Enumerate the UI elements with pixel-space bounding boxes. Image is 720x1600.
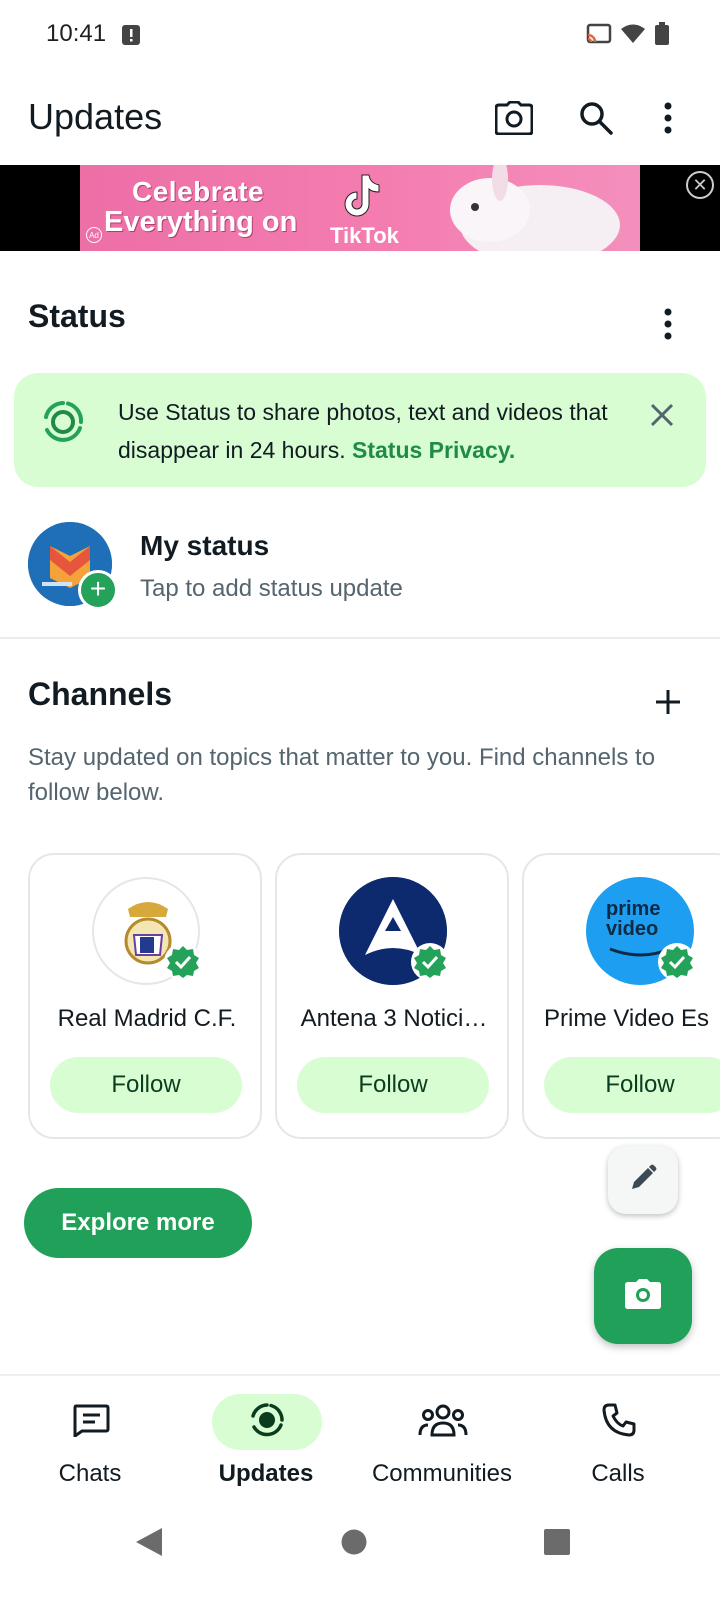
ad-close-icon[interactable]: ✕: [686, 171, 714, 199]
channel-name: Real Madrid C.F.: [57, 1005, 237, 1032]
add-status-plus-icon[interactable]: +: [78, 570, 118, 610]
close-icon[interactable]: [646, 399, 678, 431]
status-icons: [586, 22, 670, 51]
clock: 10:41: [46, 20, 107, 47]
channel-card-real-madrid[interactable]: Real Madrid C.F. Follow: [28, 853, 262, 1139]
back-icon[interactable]: [134, 1526, 164, 1563]
system-navigation-bar: [0, 1514, 720, 1600]
channel-card-prime-video[interactable]: prime video Prime Video Es Follow: [522, 853, 720, 1139]
updates-icon: [247, 1400, 287, 1445]
ad-line2: Everything on: [104, 206, 298, 238]
nav-calls-pill[interactable]: [564, 1394, 674, 1450]
communities-icon: [418, 1403, 468, 1442]
status-icon: [38, 397, 88, 447]
status-section-title: Status: [28, 298, 126, 334]
ad-brand: TikTok: [330, 223, 399, 248]
nav-calls[interactable]: Calls: [528, 1394, 708, 1504]
new-camera-status-button[interactable]: [594, 1248, 692, 1344]
home-icon[interactable]: [340, 1528, 368, 1561]
nav-chats-pill[interactable]: [36, 1394, 146, 1450]
nav-communities[interactable]: Communities: [352, 1394, 532, 1504]
nav-label: Calls: [591, 1460, 645, 1487]
ad-line1: Celebrate: [132, 176, 265, 207]
section-divider: [0, 637, 720, 639]
camera-icon[interactable]: [490, 94, 538, 142]
nav-updates-pill[interactable]: [212, 1394, 322, 1450]
new-text-status-button[interactable]: [608, 1146, 678, 1214]
wifi-icon: [620, 23, 646, 50]
my-status-name[interactable]: My status: [140, 530, 269, 562]
nav-label: Communities: [371, 1460, 513, 1487]
cast-icon: [586, 23, 612, 50]
page-title: Updates: [28, 96, 163, 137]
search-icon[interactable]: [572, 94, 620, 142]
notification-alert-icon: [121, 24, 141, 46]
ad-banner[interactable]: Celebrate Everything on TikTok Ad ✕: [0, 165, 720, 251]
ad-image[interactable]: Celebrate Everything on TikTok Ad: [80, 165, 640, 251]
status-tip-banner: Use Status to share photos, text and vid…: [14, 373, 706, 487]
nav-chats[interactable]: Chats: [0, 1394, 180, 1504]
bottom-navigation: Chats Updates Communities Calls: [0, 1374, 720, 1514]
verified-badge-icon: [164, 943, 202, 981]
battery-icon: [654, 22, 670, 51]
follow-button[interactable]: Follow: [544, 1057, 720, 1113]
status-tip-text: Use Status to share photos, text and vid…: [118, 393, 618, 469]
my-status-subtitle: Tap to add status update: [140, 575, 403, 602]
recents-icon[interactable]: [543, 1528, 571, 1561]
add-channel-icon[interactable]: [652, 686, 684, 718]
prime-video-logo-text: prime video: [606, 898, 661, 940]
explore-more-button[interactable]: Explore more: [24, 1188, 252, 1258]
pencil-icon: [628, 1163, 658, 1198]
follow-button[interactable]: Follow: [297, 1057, 489, 1113]
channels-section-title: Channels: [28, 676, 173, 712]
nav-label: Updates: [218, 1460, 314, 1487]
nav-updates[interactable]: Updates: [176, 1394, 356, 1504]
status-more-icon[interactable]: [644, 300, 692, 348]
nav-label: Chats: [58, 1460, 122, 1487]
status-privacy-link[interactable]: Status Privacy.: [352, 437, 515, 463]
ad-badge: Ad: [86, 227, 102, 243]
phone-icon: [602, 1403, 636, 1442]
top-app-bar: Updates: [0, 72, 720, 164]
camera-icon: [625, 1278, 661, 1314]
verified-badge-icon: [658, 943, 696, 981]
channel-name: Antena 3 Notici…: [300, 1005, 488, 1032]
channel-card-antena3[interactable]: Antena 3 Notici… Follow: [275, 853, 509, 1139]
channel-name: Prime Video Es: [544, 1005, 709, 1032]
tiktok-logo-icon: [342, 173, 382, 224]
verified-badge-icon: [411, 943, 449, 981]
chats-icon: [72, 1403, 110, 1442]
follow-button[interactable]: Follow: [50, 1057, 242, 1113]
channels-description: Stay updated on topics that matter to yo…: [28, 744, 656, 806]
system-status-bar: 10:41: [0, 0, 720, 72]
more-vert-icon[interactable]: [644, 94, 692, 142]
nav-communities-pill[interactable]: [388, 1394, 498, 1450]
rabbit-image: [430, 165, 630, 251]
